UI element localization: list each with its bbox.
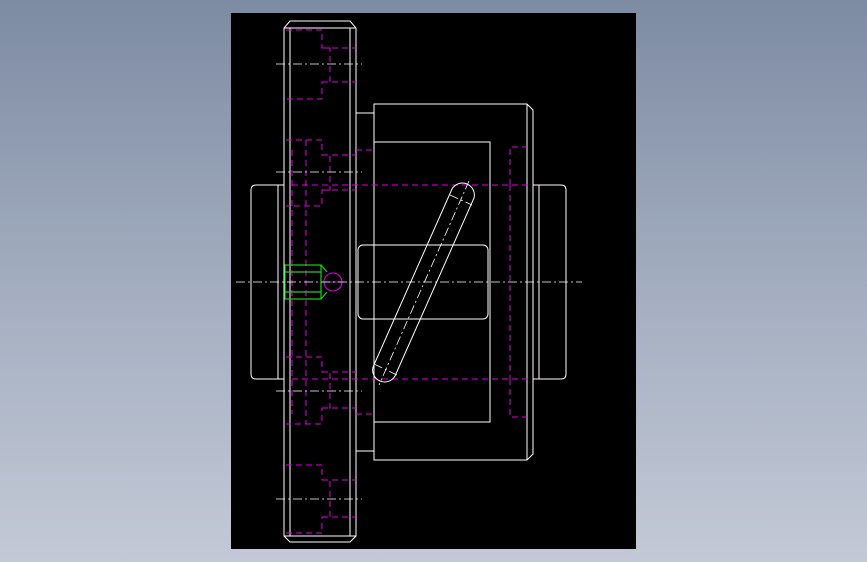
cad-viewport[interactable]: [0, 0, 867, 562]
drawing-svg[interactable]: [0, 0, 867, 562]
